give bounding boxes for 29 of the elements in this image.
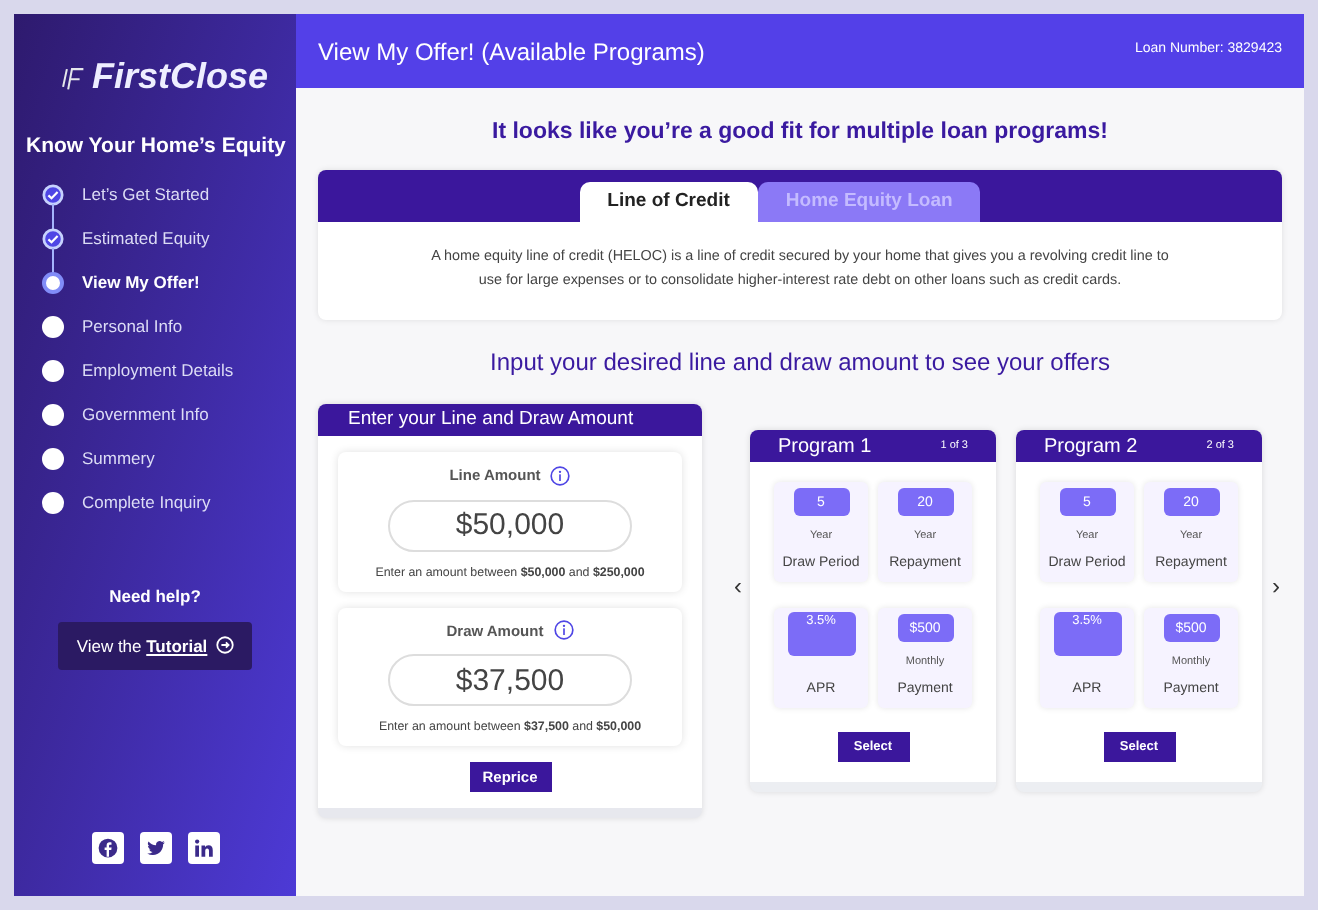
step-label[interactable]: Employment Details xyxy=(82,358,234,385)
step-label[interactable]: Let’s Get Started xyxy=(82,182,210,209)
page-title: View My Offer! (Available Programs) xyxy=(318,35,705,69)
program-title: Program 1 xyxy=(778,433,872,462)
step-label[interactable]: View My Offer! xyxy=(82,270,200,297)
step-label[interactable]: Government Info xyxy=(82,402,209,429)
amount-field[interactable]: $50,000 xyxy=(388,499,632,551)
step-label[interactable]: Summery xyxy=(82,446,155,473)
amount-field[interactable]: $37,500 xyxy=(388,654,632,707)
help-title: Need help? xyxy=(107,583,203,609)
in-icon[interactable] xyxy=(187,832,219,864)
bird-icon[interactable] xyxy=(139,832,171,864)
amount-card-title: Enter your Line and Draw Amount xyxy=(318,404,702,437)
subheadline: Input your desired line and draw amount to see your offers xyxy=(488,346,1112,381)
facebook-icon[interactable] xyxy=(91,832,123,864)
sidebar-title: Know Your Home’s Equity xyxy=(24,132,288,162)
tutorial-button[interactable]: View the Tutorial xyxy=(58,621,252,671)
brand-name: FirstClose xyxy=(91,54,268,100)
step-label[interactable]: Complete Inquiry xyxy=(82,490,211,517)
info-icon[interactable] xyxy=(550,465,571,486)
step-label[interactable]: Personal Info xyxy=(82,314,183,341)
headline: It looks like you’re a good fit for multiple loan programs! xyxy=(490,118,1110,148)
previous-button[interactable]: ‹ xyxy=(734,567,742,656)
arrow-circle-icon xyxy=(215,636,234,655)
program-title: Program 2 xyxy=(1044,433,1138,462)
step-label[interactable]: Estimated Equity xyxy=(82,226,210,253)
next-button[interactable]: › xyxy=(1272,567,1280,656)
tab[interactable]: Line of Credit xyxy=(579,182,758,223)
info-icon[interactable] xyxy=(553,620,574,641)
